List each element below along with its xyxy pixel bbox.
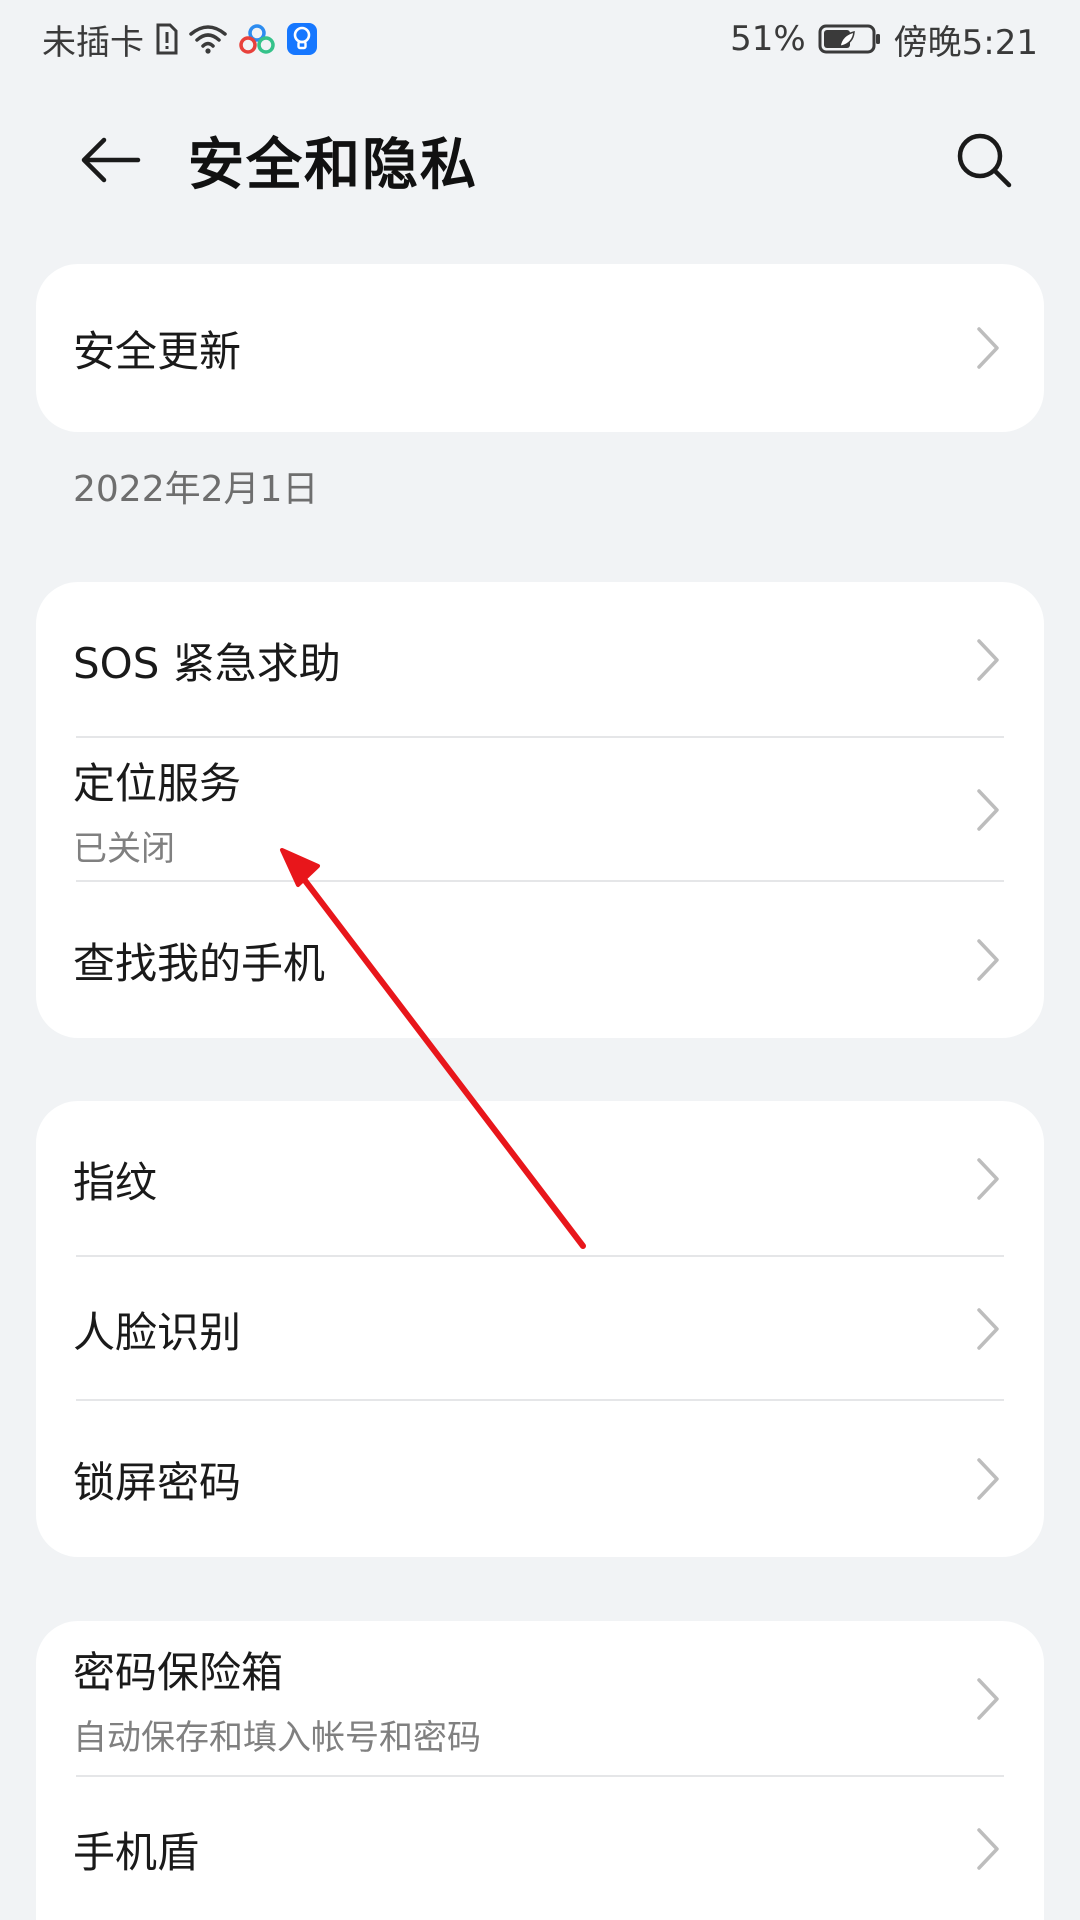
row-label: 安全更新 (73, 326, 242, 376)
sim-alert-icon (154, 23, 178, 55)
app-bar: 安全和隐私 (0, 100, 1080, 220)
row-texts: 锁屏密码 (73, 1449, 241, 1510)
row-texts: 密码保险箱 自动保存和填入帐号和密码 (73, 1639, 481, 1759)
arrow-left-icon (81, 137, 141, 183)
row-label: 密码保险箱 (73, 1648, 284, 1697)
chevron-right-icon (968, 780, 1008, 840)
row-security-update[interactable]: 安全更新 (36, 264, 1044, 432)
row-fingerprint[interactable]: 指纹 (36, 1101, 1044, 1257)
row-label: 人脸识别 (73, 1307, 242, 1357)
row-sublabel: 自动保存和填入帐号和密码 (73, 1718, 481, 1758)
cloud-app-icon (238, 23, 276, 55)
row-label: 定位服务 (73, 759, 242, 808)
chevron-right-icon (968, 930, 1008, 990)
card-passwords: 密码保险箱 自动保存和填入帐号和密码 手机盾 (36, 1621, 1044, 1920)
chevron-right-icon (968, 318, 1008, 378)
row-label: 查找我的手机 (73, 938, 326, 988)
row-location-service[interactable]: 定位服务 已关闭 (36, 738, 1044, 882)
row-texts: 人脸识别 (73, 1299, 241, 1360)
carrier-text: 未插卡 (42, 22, 144, 63)
status-bar-left: 未插卡 (42, 15, 318, 64)
row-password-vault[interactable]: 密码保险箱 自动保存和填入帐号和密码 (36, 1621, 1044, 1777)
bulb-app-icon (286, 22, 318, 56)
clock-text: 傍晚5:21 (893, 22, 1038, 63)
battery-percent: 51% (730, 19, 806, 59)
row-label: 手机盾 (73, 1827, 200, 1877)
row-phone-shield[interactable]: 手机盾 (36, 1777, 1044, 1920)
chevron-right-icon (968, 1449, 1008, 1509)
row-texts: SOS 紧急求助 (73, 630, 341, 691)
card-biometrics: 指纹 人脸识别 锁屏密码 (36, 1101, 1044, 1557)
chevron-right-icon (968, 1149, 1008, 1209)
row-sublabel: 已关闭 (73, 829, 175, 869)
chevron-right-icon (968, 1819, 1008, 1879)
card-safety: SOS 紧急求助 定位服务 已关闭 查找我的手机 (36, 582, 1044, 1038)
back-button[interactable] (70, 120, 150, 200)
row-label: 锁屏密码 (73, 1457, 242, 1507)
row-find-my-phone[interactable]: 查找我的手机 (36, 882, 1044, 1038)
row-sos[interactable]: SOS 紧急求助 (36, 582, 1044, 738)
row-texts: 查找我的手机 (73, 930, 325, 991)
security-update-date: 2022年2月1日 (73, 469, 319, 510)
search-button[interactable] (944, 120, 1024, 200)
row-texts: 定位服务 已关闭 (73, 750, 241, 870)
card-security-update: 安全更新 (36, 264, 1044, 432)
status-bar: 未插卡 51% 傍晚5:21 (0, 0, 1080, 78)
row-lock-screen-password[interactable]: 锁屏密码 (36, 1401, 1044, 1557)
wifi-icon (188, 23, 228, 55)
battery-icon (818, 23, 882, 55)
row-texts: 手机盾 (73, 1819, 199, 1880)
row-texts: 安全更新 (73, 318, 241, 379)
search-icon (957, 133, 1012, 188)
settings-page: 未插卡 51% 傍晚5:21 安全和隐私 安全更新 2022年2月1日 SOS … (0, 0, 1080, 1920)
row-label: 指纹 (73, 1157, 158, 1207)
page-title: 安全和隐私 (188, 132, 478, 198)
status-bar-right: 51% 傍晚5:21 (730, 15, 1038, 64)
row-label: SOS 紧急求助 (73, 638, 341, 688)
chevron-right-icon (968, 630, 1008, 690)
row-texts: 指纹 (73, 1149, 157, 1210)
chevron-right-icon (968, 1299, 1008, 1359)
row-face-recognition[interactable]: 人脸识别 (36, 1257, 1044, 1401)
chevron-right-icon (968, 1669, 1008, 1729)
